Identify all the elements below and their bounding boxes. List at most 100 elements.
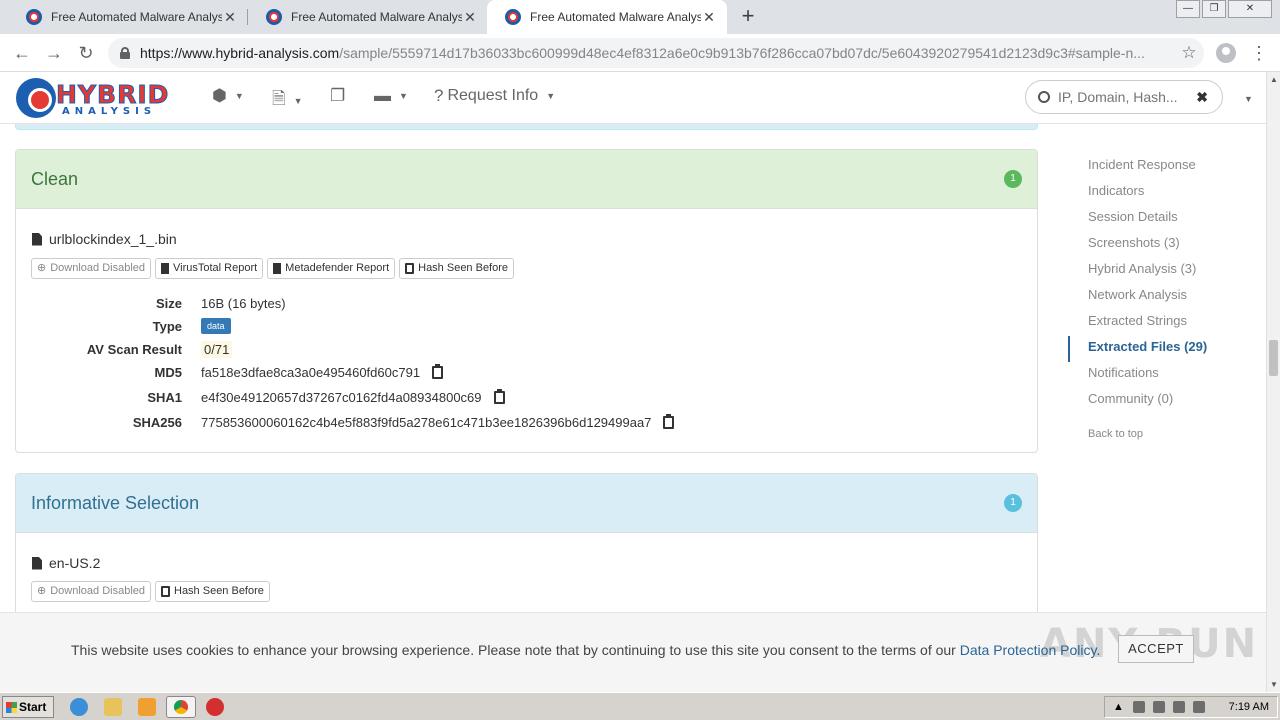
media-player-icon[interactable] — [138, 698, 156, 716]
sha256-label: SHA256 — [132, 414, 182, 430]
virustotal-report-button[interactable]: VirusTotal Report — [155, 258, 264, 279]
taskbar-clock[interactable]: 7:19 AM — [1229, 701, 1269, 713]
caret-down-icon: ▼ — [293, 95, 303, 106]
sha1-value: e4f30e49120657d37267c0162fd4a08934800c69 — [201, 389, 482, 405]
close-window-button[interactable]: ✕ — [1228, 0, 1272, 18]
stop-sign-icon[interactable] — [206, 698, 224, 716]
sidenav-item-community[interactable]: Community (0) — [1068, 388, 1258, 414]
network-icon[interactable] — [1133, 701, 1145, 713]
browser-menu-icon[interactable]: ⋮ — [1250, 41, 1268, 65]
close-tab-icon[interactable]: ✕ — [222, 9, 238, 26]
sidenav-item-hybrid-analysis[interactable]: Hybrid Analysis (3) — [1068, 258, 1258, 284]
copy-icon — [161, 586, 170, 597]
metadefender-report-button[interactable]: Metadefender Report — [267, 258, 396, 279]
site-header: HYBRID ANALYSIS ⬢ ▼ 🗎 ▼ ❐ ▬ ▼ ? Request Inf… — [0, 72, 1266, 124]
sha1-row: SHA1 e4f30e49120657d37267c0162fd4a089348… — [16, 387, 505, 407]
reload-icon[interactable]: ↻ — [74, 41, 98, 65]
menu-sandbox-dropdown[interactable]: ⬢ ▼ — [212, 86, 244, 106]
sidenav-item-screenshots[interactable]: Screenshots (3) — [1068, 232, 1258, 258]
show-hidden-icons-arrow-icon[interactable]: ▲ — [1113, 701, 1125, 713]
clean-panel-header[interactable]: Clean 1 — [16, 150, 1037, 209]
copy-files-icon: ❐ — [330, 86, 346, 105]
hybrid-analysis-logo[interactable]: HYBRID ANALYSIS — [16, 76, 186, 120]
cookie-message-text: This website uses cookies to enhance you… — [71, 642, 960, 658]
scroll-up-arrow-icon[interactable]: ▲ — [1270, 75, 1278, 84]
chrome-taskbar-button[interactable] — [166, 696, 196, 718]
volume-icon[interactable] — [1153, 701, 1165, 713]
sidenav-item-extracted-files[interactable]: Extracted Files (29) — [1068, 336, 1258, 362]
type-row: Type data — [16, 316, 231, 336]
count-badge: 1 — [1004, 170, 1022, 188]
close-tab-icon[interactable]: ✕ — [462, 9, 478, 26]
address-bar[interactable]: https://www.hybrid-analysis.com /sample/… — [108, 38, 1204, 68]
back-to-top-link[interactable]: Back to top — [1068, 428, 1258, 440]
file-explorer-icon[interactable] — [104, 698, 122, 716]
search-input[interactable] — [1058, 89, 1197, 105]
browser-tab-1[interactable]: Free Automated Malware Analysis S ✕ — [8, 0, 248, 34]
browser-toolbar: ← → ↻ https://www.hybrid-analysis.com /s… — [0, 34, 1280, 72]
power-icon[interactable] — [1173, 701, 1185, 713]
clean-files-panel: Clean 1 urlblockindex_1_.bin ⊕ Download D… — [15, 149, 1038, 453]
start-button[interactable]: Start — [2, 696, 54, 718]
close-tab-icon[interactable]: ✕ — [701, 9, 717, 26]
menu-request-info[interactable]: ? Request Info ▼ — [434, 86, 555, 106]
sidenav-item-incident-response[interactable]: Incident Response — [1068, 154, 1258, 180]
previous-panel-bottom — [15, 124, 1038, 130]
download-disabled-button[interactable]: ⊕ Download Disabled — [31, 581, 151, 602]
button-label: VirusTotal Report — [173, 262, 258, 274]
file-name-text: urlblockindex_1_.bin — [49, 231, 177, 247]
maximize-button[interactable]: ❐ — [1202, 0, 1226, 18]
type-tag: data — [201, 318, 231, 334]
browser-tab-2[interactable]: Free Automated Malware Analysis S ✕ — [248, 0, 488, 34]
sidenav-item-notifications[interactable]: Notifications — [1068, 362, 1258, 388]
cookie-message: This website uses cookies to enhance you… — [71, 642, 1100, 658]
internet-explorer-icon[interactable] — [70, 698, 88, 716]
data-protection-policy-link[interactable]: Data Protection Policy — [960, 642, 1097, 658]
md5-label: MD5 — [154, 364, 182, 380]
accept-cookies-button[interactable]: ACCEPT — [1118, 635, 1194, 663]
clipboard-copy-icon[interactable] — [432, 363, 444, 379]
file-icon — [32, 232, 42, 246]
minimize-button[interactable]: — — [1176, 0, 1200, 18]
forward-arrow-icon[interactable]: → — [42, 41, 66, 65]
logo-subtitle: ANALYSIS — [62, 106, 157, 117]
url-path: /sample/5559714d17b36033bc600999d48ec4ef… — [339, 45, 1145, 61]
sidenav-item-session-details[interactable]: Session Details — [1068, 206, 1258, 232]
scroll-down-arrow-icon[interactable]: ▼ — [1270, 680, 1278, 689]
sidenav-item-network-analysis[interactable]: Network Analysis — [1068, 284, 1258, 310]
download-disabled-button[interactable]: ⊕ Download Disabled — [31, 258, 151, 279]
action-center-flag-icon[interactable] — [1193, 701, 1205, 713]
new-tab-button[interactable]: + — [736, 4, 760, 30]
caret-down-icon: ▼ — [234, 91, 244, 101]
book-icon — [273, 263, 282, 274]
caret-down-icon: ▼ — [546, 91, 556, 101]
av-scan-value: 0/71 — [201, 340, 233, 358]
page-scrollbar[interactable]: ▲ ▼ — [1266, 72, 1280, 692]
clear-search-icon[interactable]: ✖ — [1196, 89, 1208, 106]
scroll-thumb[interactable] — [1269, 340, 1278, 376]
search-icon — [1038, 91, 1050, 103]
request-info-label: Request Info — [447, 87, 539, 104]
hash-seen-before-button[interactable]: Hash Seen Before — [399, 258, 515, 279]
site-search-box[interactable]: ✖ — [1025, 80, 1223, 114]
menu-reports-button[interactable]: ❐ — [330, 86, 345, 106]
account-dropdown-caret-icon[interactable]: ▼ — [1244, 94, 1253, 104]
hash-seen-before-button[interactable]: Hash Seen Before — [155, 581, 270, 602]
bookmark-star-icon[interactable]: ☆ — [1174, 43, 1204, 63]
clipboard-copy-icon[interactable] — [493, 388, 505, 404]
sidenav-item-indicators[interactable]: Indicators — [1068, 180, 1258, 206]
informative-panel-header[interactable]: Informative Selection 1 — [16, 474, 1037, 533]
hybrid-analysis-favicon-icon — [505, 9, 521, 25]
url-host: https://www.hybrid-analysis.com — [140, 45, 340, 61]
profile-avatar-icon[interactable] — [1216, 43, 1236, 63]
sidenav-item-extracted-strings[interactable]: Extracted Strings — [1068, 310, 1258, 336]
browser-tab-3-active[interactable]: Free Automated Malware Analysis S ✕ — [487, 0, 727, 34]
menu-folder-dropdown[interactable]: ▬ ▼ — [374, 86, 408, 106]
menu-submit-dropdown[interactable]: 🗎 ▼ — [272, 86, 303, 115]
lock-icon[interactable] — [120, 47, 130, 59]
clipboard-copy-icon[interactable] — [663, 413, 675, 429]
av-scan-label: AV Scan Result — [86, 341, 182, 357]
back-arrow-icon[interactable]: ← — [10, 41, 34, 65]
sha256-row: SHA256 775853600060162c4b4e5f883f9fd5a27… — [16, 412, 675, 432]
button-label: Metadefender Report — [285, 262, 390, 274]
